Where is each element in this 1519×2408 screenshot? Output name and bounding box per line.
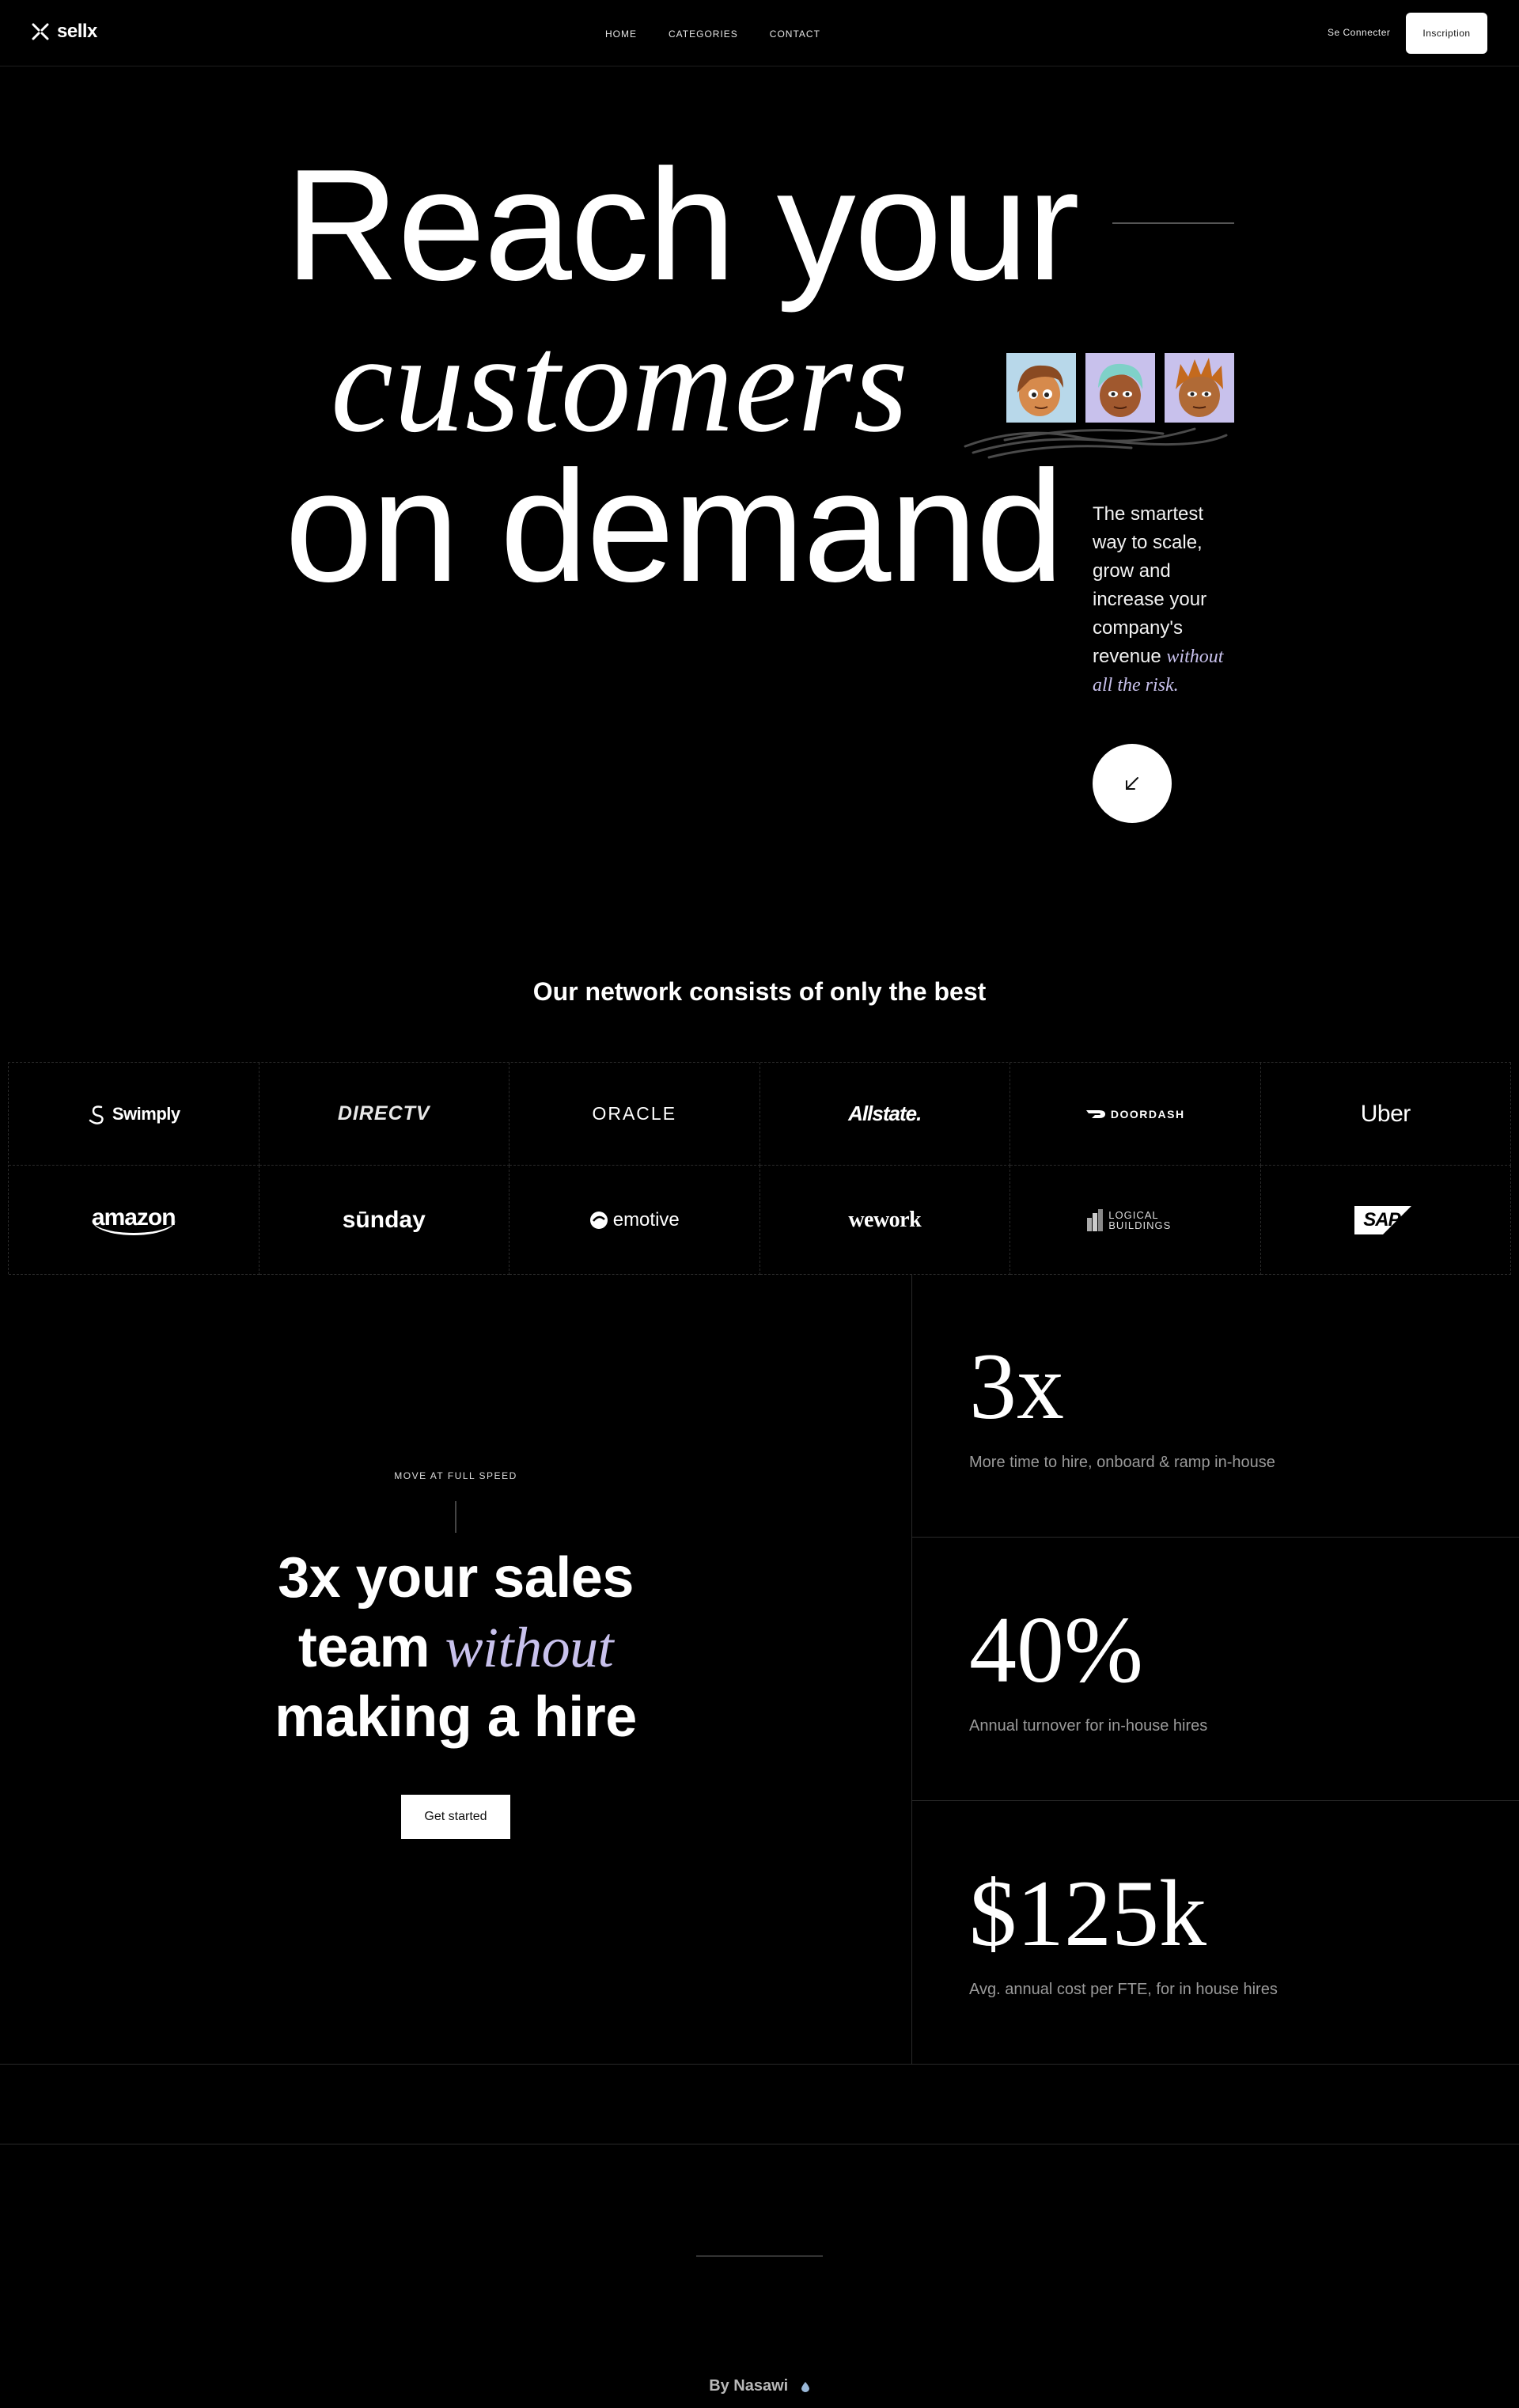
arrow-down-left-icon [1126, 777, 1138, 790]
brand-name-oracle: ORACLE [592, 1103, 677, 1124]
stat-value: $125k [969, 1860, 1206, 1966]
brand-wework: wework [760, 1166, 1010, 1275]
brand-name-emotive: emotive [612, 1208, 680, 1231]
hero-description: The smartest way to scale, grow and incr… [1093, 500, 1239, 700]
avatar [1165, 353, 1234, 423]
stat-card: 40% Annual turnover for in-house hires [912, 1538, 1519, 1801]
hero-headline-line-3: on demand [285, 438, 1064, 615]
pitch-eyebrow: MOVE AT FULL SPEED [394, 1470, 517, 1481]
brand-name-wework: wework [848, 1207, 922, 1232]
brand-name-sap: SAP [1363, 1208, 1400, 1231]
nav-link-categories[interactable]: CATEGORIES [669, 28, 738, 40]
hero-headline-line-1: Reach your [285, 137, 1080, 313]
stat-label: Avg. annual cost per FTE, for in house h… [969, 1981, 1278, 1998]
doordash-logo-icon [1085, 1109, 1105, 1118]
stat-value: 40% [969, 1597, 1143, 1702]
brand-sap: SAP [1260, 1166, 1511, 1275]
hero-divider [1112, 222, 1234, 224]
brand-name-swimply: Swimply [112, 1103, 180, 1124]
brand-swimply: Swimply [9, 1063, 259, 1166]
stat-value: 3x [969, 1333, 1064, 1439]
network-title: Our network consists of only the best [532, 977, 987, 1006]
brand-name-allstate: Allstate. [848, 1102, 922, 1125]
signup-button[interactable]: Inscription [1406, 13, 1487, 54]
brand-name-sunday: sūnday [342, 1206, 426, 1233]
brand-logical-buildings: LOGICAL BUILDINGS [1010, 1166, 1261, 1275]
brand-name-uber: Uber [1360, 1100, 1411, 1127]
hero-headline-line-2: customers [331, 305, 909, 461]
avatar-group [1006, 353, 1234, 423]
logical-buildings-logo-icon [1087, 1208, 1104, 1231]
stat-label: Annual turnover for in-house hires [969, 1717, 1208, 1735]
brand-amazon: amazon [9, 1166, 259, 1275]
footer-divider [696, 2255, 823, 2257]
brand-sunday: sūnday [259, 1166, 509, 1275]
brand-name-directv: DIRECTV [337, 1102, 430, 1124]
brand-emotive: emotive [509, 1166, 760, 1275]
brand-name: sellx [57, 21, 97, 42]
pitch-line-1: 3x your sales [278, 1546, 634, 1610]
pitch-headline: 3x your sales team without making a hire [0, 1543, 911, 1752]
brand-allstate: Allstate. [760, 1063, 1010, 1166]
login-link[interactable]: Se Connecter [1328, 27, 1390, 38]
nav-link-home[interactable]: HOME [605, 28, 637, 40]
nav-links: HOME CATEGORIES CONTACT [605, 28, 820, 40]
stat-label: More time to hire, onboard & ramp in-hou… [969, 1454, 1275, 1471]
footer: By Nasawi [0, 2377, 1519, 2395]
emotive-logo-icon [589, 1211, 608, 1229]
nav-link-contact[interactable]: CONTACT [770, 28, 820, 40]
pitch-line-3: making a hire [275, 1686, 637, 1749]
brand-logo-grid: Swimply DIRECTV ORACLE Allstate. DOORDAS… [8, 1062, 1511, 1275]
scribble-decoration [964, 427, 1228, 459]
brand-doordash: DOORDASH [1010, 1063, 1261, 1166]
footer-credit[interactable]: By Nasawi [709, 2377, 788, 2395]
get-started-button[interactable]: Get started [401, 1795, 510, 1839]
brand-oracle: ORACLE [509, 1063, 760, 1166]
brand-directv: DIRECTV [259, 1063, 509, 1166]
avatar-face-icon [1017, 365, 1063, 416]
droplet-icon [801, 2381, 809, 2392]
scroll-down-button[interactable] [1093, 744, 1172, 823]
top-navigation: sellx HOME CATEGORIES CONTACT Se Connect… [0, 0, 1519, 66]
eyebrow-divider [455, 1501, 456, 1533]
brand-name-doordash: DOORDASH [1110, 1107, 1185, 1121]
avatar [1006, 353, 1076, 423]
hero-description-text: The smartest way to scale, grow and incr… [1093, 503, 1207, 667]
swimply-logo-icon [89, 1105, 104, 1124]
stat-card: $125k Avg. annual cost per FTE, for in h… [912, 1801, 1519, 2065]
logo-mark-icon [32, 23, 49, 40]
stat-card: 3x More time to hire, onboard & ramp in-… [912, 1274, 1519, 1538]
avatar [1085, 353, 1155, 423]
brand-name-amazon: amazon [91, 1204, 176, 1235]
brand-name-logical-buildings: LOGICAL BUILDINGS [1108, 1208, 1172, 1231]
pitch-line-2: team [297, 1616, 430, 1679]
brand-uber: Uber [1260, 1063, 1511, 1166]
avatar-face-icon [1098, 363, 1143, 417]
pitch-line-2-emphasis: without [445, 1616, 614, 1679]
brand-logo[interactable]: sellx [30, 21, 97, 43]
avatar-face-icon [1176, 358, 1223, 417]
